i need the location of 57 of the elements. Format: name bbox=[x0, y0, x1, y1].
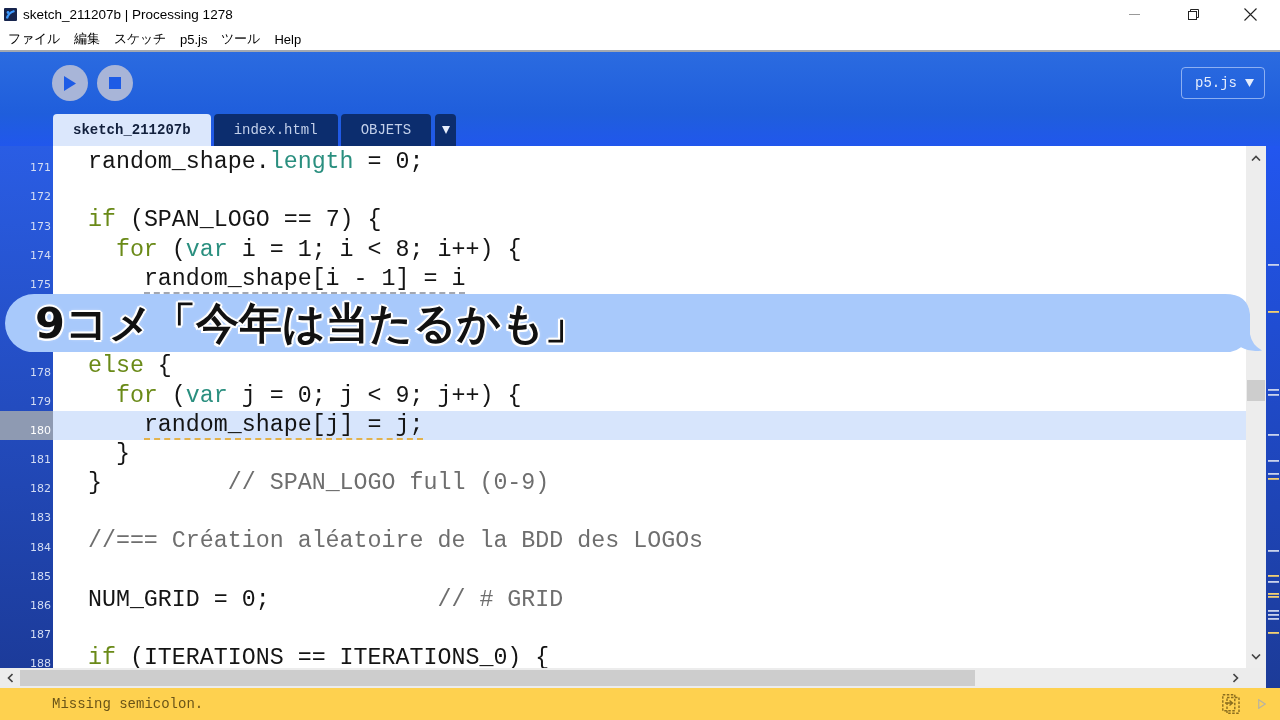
line-number: 186 bbox=[30, 599, 52, 615]
menu-item[interactable]: 編集 bbox=[67, 30, 107, 48]
code-line: //=== Création aléatoire de la BDD des LOGOs bbox=[87, 527, 704, 557]
chevron-left-icon[interactable] bbox=[7, 673, 13, 683]
code-line: else { bbox=[87, 352, 172, 382]
play-icon bbox=[64, 75, 76, 91]
line-number: 184 bbox=[30, 540, 52, 556]
comment-text: 9コメ「今年は当たるかも」 bbox=[35, 297, 588, 350]
caret-down-icon bbox=[441, 126, 450, 134]
line-number: 172 bbox=[30, 190, 52, 206]
minimize-icon bbox=[1128, 13, 1140, 15]
line-number: 173 bbox=[30, 219, 52, 235]
mode-button[interactable]: p5.js bbox=[1181, 67, 1265, 99]
dashed-frame-arrow-icon[interactable] bbox=[1222, 694, 1240, 714]
tab[interactable]: sketch_211207b bbox=[53, 114, 211, 146]
tab-menu-button[interactable] bbox=[435, 114, 457, 146]
line-number: 178 bbox=[30, 365, 52, 381]
line-number: 187 bbox=[30, 628, 52, 644]
stop-button[interactable] bbox=[97, 65, 133, 101]
line-number: 171 bbox=[30, 161, 52, 177]
code-line: for (var i = 1; i < 8; i++) { bbox=[115, 235, 522, 265]
code-line: NUM_GRID = 0; // # GRID bbox=[87, 585, 564, 615]
tab[interactable]: index.html bbox=[213, 114, 338, 146]
line-number: 185 bbox=[30, 569, 52, 585]
code-line: } bbox=[115, 439, 130, 469]
code-line: } // SPAN_LOGO full (0-9) bbox=[87, 469, 550, 499]
tab[interactable]: OBJETS bbox=[340, 114, 432, 146]
caret-down-icon bbox=[1245, 79, 1254, 87]
line-number: 188 bbox=[30, 657, 52, 668]
app-icon bbox=[4, 7, 17, 21]
chevron-right-icon[interactable] bbox=[1233, 673, 1239, 683]
code-line: random_shape[j] = j; bbox=[143, 411, 424, 440]
window-title: sketch_211207b | Processing 1278 bbox=[23, 6, 233, 22]
line-number: 179 bbox=[30, 394, 52, 410]
line-number: 174 bbox=[30, 248, 52, 264]
close-icon bbox=[1243, 7, 1257, 21]
menu-item[interactable]: ファイル bbox=[1, 30, 67, 48]
line-number: 180 bbox=[30, 423, 52, 439]
chevron-up-icon[interactable] bbox=[1251, 155, 1261, 161]
line-number: 175 bbox=[30, 277, 52, 293]
menu-item[interactable]: スケッチ bbox=[107, 30, 173, 48]
line-number: 183 bbox=[30, 511, 52, 527]
code-line: random_shape.length = 0; bbox=[87, 148, 424, 177]
scrollbar-thumb[interactable] bbox=[1247, 380, 1265, 401]
menu-item[interactable]: Help bbox=[267, 31, 309, 47]
menu-item[interactable]: ツール bbox=[214, 30, 268, 48]
menu-item[interactable]: p5.js bbox=[173, 31, 215, 47]
code-line: if (SPAN_LOGO == 7) { bbox=[87, 206, 382, 236]
status-message: Missing semicolon. bbox=[52, 696, 204, 712]
line-number: 182 bbox=[30, 482, 52, 498]
run-button[interactable] bbox=[52, 65, 88, 101]
scrollbar-thumb[interactable] bbox=[20, 670, 975, 686]
code-line: for (var j = 0; j < 9; j++) { bbox=[115, 381, 522, 411]
stop-icon bbox=[109, 77, 121, 89]
restore-icon bbox=[1187, 8, 1199, 20]
chevron-down-icon[interactable] bbox=[1251, 654, 1261, 660]
line-number: 181 bbox=[30, 453, 52, 469]
